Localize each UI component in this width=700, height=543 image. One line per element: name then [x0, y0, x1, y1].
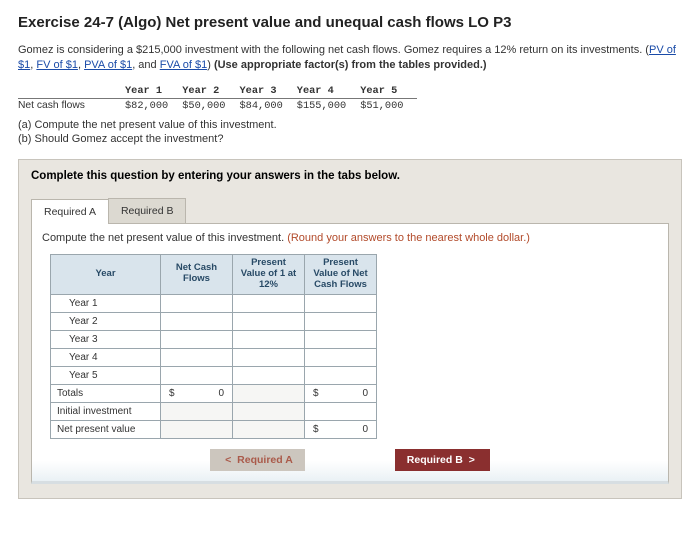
- prev-label: Required A: [237, 454, 293, 466]
- tab-body: Compute the net present value of this in…: [31, 223, 669, 484]
- ws-initial-label: Initial investment: [51, 402, 161, 420]
- no-entry-cell: [161, 420, 233, 438]
- ws-row-y4: Year 4: [51, 348, 161, 366]
- cf-header-y4: Year 4: [297, 84, 360, 99]
- fv-of-1-link[interactable]: FV of $1: [36, 59, 78, 71]
- cf-header-y5: Year 5: [360, 84, 417, 99]
- table-row: Year 4: [51, 348, 377, 366]
- input-cell[interactable]: [233, 294, 305, 312]
- cf-value-y3: $84,000: [240, 98, 297, 113]
- input-cell[interactable]: [305, 402, 377, 420]
- panel-instruction: Complete this question by entering your …: [31, 170, 669, 182]
- no-entry-cell: [233, 384, 305, 402]
- problem-statement: Gomez is considering a $215,000 investme…: [18, 43, 682, 74]
- input-cell[interactable]: [233, 312, 305, 330]
- input-cell[interactable]: [305, 330, 377, 348]
- question-list: (a) Compute the net present value of thi…: [18, 119, 682, 145]
- cf-value-y2: $50,000: [182, 98, 239, 113]
- subinstr-plain: Compute the net present value of this in…: [42, 232, 287, 244]
- fva-of-1-link[interactable]: FVA of $1: [160, 59, 208, 71]
- input-cell[interactable]: [233, 366, 305, 384]
- table-row-totals: Totals 0 0: [51, 384, 377, 402]
- answer-panel: Complete this question by entering your …: [18, 159, 682, 499]
- intro-bold: (Use appropriate factor(s) from the tabl…: [214, 59, 487, 71]
- cf-header-y1: Year 1: [125, 84, 182, 99]
- pva-of-1-link[interactable]: PVA of $1: [84, 59, 132, 71]
- ws-row-y1: Year 1: [51, 294, 161, 312]
- cf-row-label: Net cash flows: [18, 98, 125, 113]
- ws-npv-label: Net present value: [51, 420, 161, 438]
- next-label: Required B: [407, 454, 463, 466]
- tab-required-b[interactable]: Required B: [108, 198, 187, 223]
- ws-row-y2: Year 2: [51, 312, 161, 330]
- table-row: Year 5: [51, 366, 377, 384]
- ws-col-pv1: Present Value of 1 at 12%: [233, 254, 305, 294]
- table-row: Year 2: [51, 312, 377, 330]
- intro-text-b: ): [207, 59, 214, 71]
- cf-header-y3: Year 3: [240, 84, 297, 99]
- input-cell[interactable]: [233, 348, 305, 366]
- ws-npv-value: 0: [305, 420, 377, 438]
- table-row: Year 3: [51, 330, 377, 348]
- tabs: Required A Required B: [31, 198, 669, 223]
- ws-row-y5: Year 5: [51, 366, 161, 384]
- nav-row: < Required A Required B >: [42, 449, 658, 471]
- sub-instruction: Compute the net present value of this in…: [42, 232, 658, 244]
- input-cell[interactable]: [161, 312, 233, 330]
- input-cell[interactable]: [161, 330, 233, 348]
- cf-value-y4: $155,000: [297, 98, 360, 113]
- chevron-left-icon: <: [225, 454, 231, 466]
- input-cell[interactable]: [161, 294, 233, 312]
- no-entry-cell: [161, 402, 233, 420]
- sep: , and: [132, 59, 160, 71]
- intro-text-a: Gomez is considering a $215,000 investme…: [18, 44, 649, 56]
- input-cell[interactable]: [305, 312, 377, 330]
- table-row-npv: Net present value 0: [51, 420, 377, 438]
- cf-value-y1: $82,000: [125, 98, 182, 113]
- tab-required-a[interactable]: Required A: [31, 199, 109, 224]
- chevron-right-icon: >: [469, 454, 475, 466]
- question-b: (b) Should Gomez accept the investment?: [18, 133, 682, 145]
- ws-totals-label: Totals: [51, 384, 161, 402]
- input-cell[interactable]: [305, 294, 377, 312]
- question-a: (a) Compute the net present value of thi…: [18, 119, 682, 131]
- subinstr-round: (Round your answers to the nearest whole…: [287, 232, 530, 244]
- next-required-b-button[interactable]: Required B >: [395, 449, 490, 471]
- ws-totals-ncf: 0: [161, 384, 233, 402]
- cashflows-table: Year 1 Year 2 Year 3 Year 4 Year 5 Net c…: [18, 84, 417, 113]
- exercise-title: Exercise 24-7 (Algo) Net present value a…: [18, 14, 682, 31]
- table-row: Year 1: [51, 294, 377, 312]
- cf-value-y5: $51,000: [360, 98, 417, 113]
- worksheet-table: Year Net Cash Flows Present Value of 1 a…: [50, 254, 377, 439]
- no-entry-cell: [233, 402, 305, 420]
- cf-header-y2: Year 2: [182, 84, 239, 99]
- ws-totals-pvncf: 0: [305, 384, 377, 402]
- input-cell[interactable]: [161, 366, 233, 384]
- ws-col-year: Year: [51, 254, 161, 294]
- ws-row-y3: Year 3: [51, 330, 161, 348]
- ws-col-pvncf: Present Value of Net Cash Flows: [305, 254, 377, 294]
- input-cell[interactable]: [161, 348, 233, 366]
- input-cell[interactable]: [233, 330, 305, 348]
- table-row-initial: Initial investment: [51, 402, 377, 420]
- ws-col-ncf: Net Cash Flows: [161, 254, 233, 294]
- input-cell[interactable]: [305, 348, 377, 366]
- no-entry-cell: [233, 420, 305, 438]
- prev-required-a-button[interactable]: < Required A: [210, 449, 305, 471]
- input-cell[interactable]: [305, 366, 377, 384]
